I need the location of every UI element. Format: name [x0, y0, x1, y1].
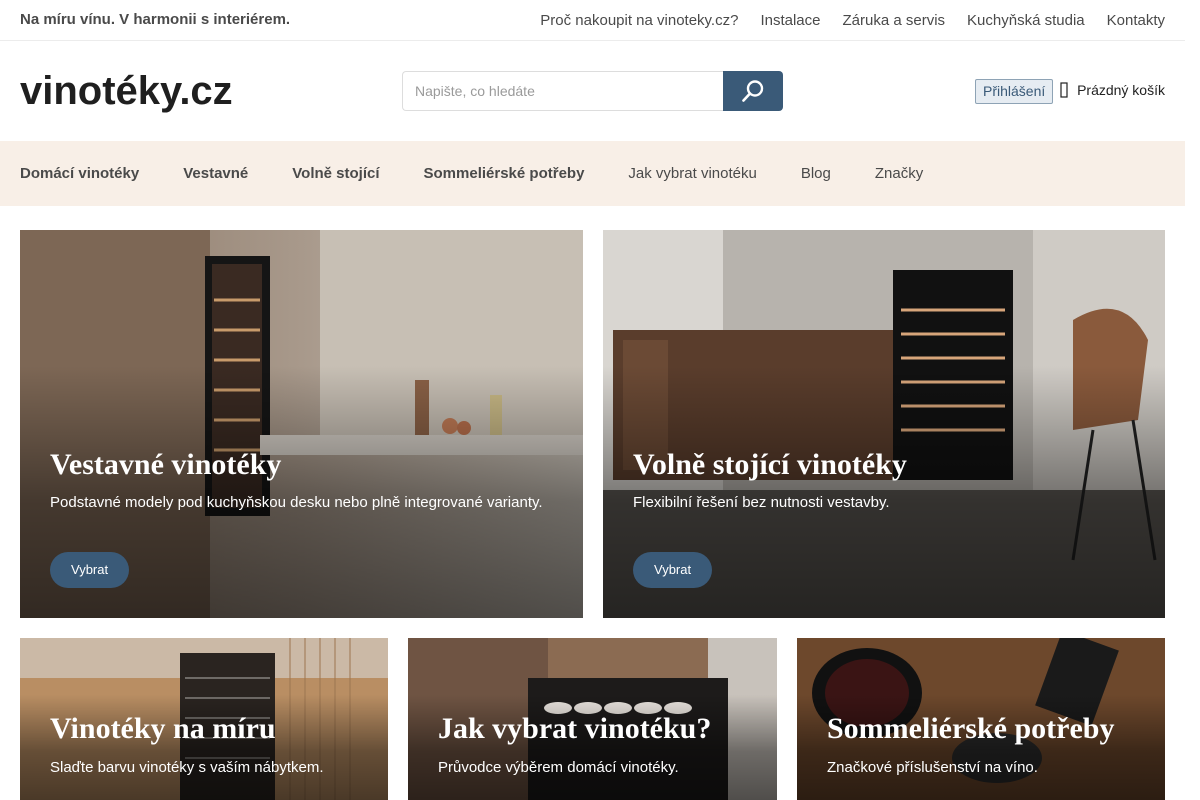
login-button[interactable]: Přihlášení: [975, 79, 1054, 104]
category-card-custom[interactable]: Vinotéky na míru Slaďte barvu vinotéky s…: [20, 638, 388, 800]
top-links: Proč nakoupit na vinoteky.cz? Instalace …: [540, 12, 1165, 29]
logo-text: vinotéky.cz: [20, 71, 233, 113]
card-description: Flexibilní řešení bez nutnosti vestavby.: [633, 494, 890, 511]
wine-bottle-logo-icon: vinotéky.cz: [20, 71, 233, 113]
nav-item-built-in[interactable]: Vestavné: [183, 165, 248, 182]
card-description: Slaďte barvu vinotéky s vaším nábytkem.: [50, 759, 324, 776]
nav-item-brands[interactable]: Značky: [875, 165, 923, 182]
top-link-contacts[interactable]: Kontakty: [1107, 12, 1165, 29]
card-title: Volně stojící vinotéky: [633, 448, 907, 481]
card-description: Průvodce výběrem domácí vinotéky.: [438, 759, 679, 776]
top-link-installation[interactable]: Instalace: [760, 12, 820, 29]
cart-icon: [1060, 82, 1068, 98]
select-button-freestanding[interactable]: Vybrat: [633, 552, 713, 588]
guide-card-how-to-choose[interactable]: Jak vybrat vinotéku? Průvodce výběrem do…: [408, 638, 777, 800]
card-description: Značkové příslušenství na víno.: [827, 759, 1038, 776]
cart-link[interactable]: Prázdný košík: [1060, 82, 1165, 98]
category-card-built-in[interactable]: Vestavné vinotéky Podstavné modely pod k…: [20, 230, 583, 618]
top-link-warranty[interactable]: Záruka a servis: [843, 12, 946, 29]
nav-item-home-wine-coolers[interactable]: Domácí vinotéky: [20, 165, 139, 182]
card-title: Sommeliérské potřeby: [827, 712, 1115, 745]
category-card-freestanding[interactable]: Volně stojící vinotéky Flexibilní řešení…: [603, 230, 1165, 618]
top-link-why-shop[interactable]: Proč nakoupit na vinoteky.cz?: [540, 12, 738, 29]
cart-label: Prázdný košík: [1077, 82, 1165, 98]
tagline: Na míru vínu. V harmonii s interiérem.: [20, 11, 291, 28]
site-logo[interactable]: vinotéky.cz: [20, 71, 260, 113]
search-icon: [742, 80, 764, 102]
card-description: Podstavné modely pod kuchyňskou desku ne…: [50, 494, 543, 511]
header: vinotéky.cz Přihlášení Prázdný košík: [0, 41, 1185, 141]
nav-item-how-to-choose[interactable]: Jak vybrat vinotéku: [628, 165, 756, 182]
search-input[interactable]: [402, 71, 723, 111]
card-title: Vinotéky na míru: [50, 712, 276, 745]
select-button-built-in[interactable]: Vybrat: [50, 552, 130, 588]
search-button[interactable]: [723, 71, 783, 111]
search-bar: [402, 71, 783, 111]
top-link-kitchen-studios[interactable]: Kuchyňská studia: [967, 12, 1085, 29]
nav-item-freestanding[interactable]: Volně stojící: [292, 165, 379, 182]
category-card-sommelier[interactable]: Sommeliérské potřeby Značkové příslušens…: [797, 638, 1165, 800]
card-title: Jak vybrat vinotéku?: [438, 712, 712, 745]
main-nav: Domácí vinotéky Vestavné Volně stojící S…: [0, 141, 1185, 206]
nav-item-blog[interactable]: Blog: [801, 165, 831, 182]
nav-item-sommelier-supplies[interactable]: Sommeliérské potřeby: [424, 165, 585, 182]
top-bar: Na míru vínu. V harmonii s interiérem. P…: [0, 0, 1185, 41]
card-title: Vestavné vinotéky: [50, 448, 282, 481]
